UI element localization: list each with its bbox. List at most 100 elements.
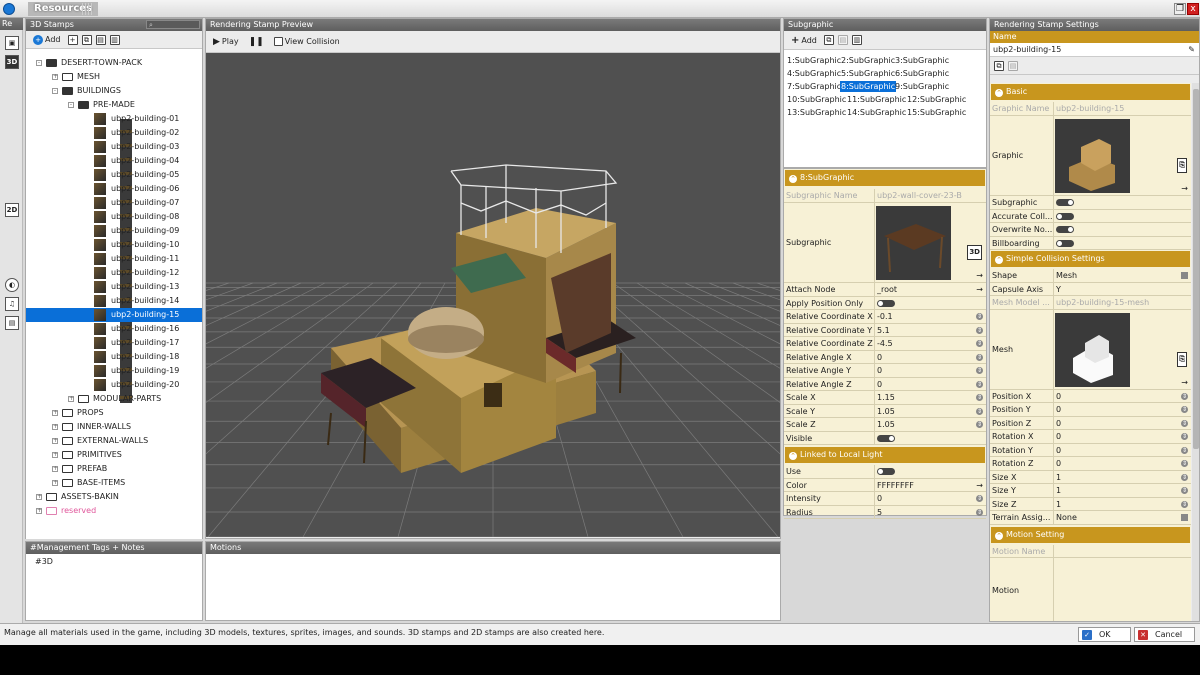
play-button[interactable]: ▶ Play bbox=[210, 36, 242, 48]
spin-icon[interactable]: ⇕ bbox=[976, 508, 983, 516]
tree-folder[interactable]: - DESERT-TOWN-PACK bbox=[26, 56, 202, 70]
spin-icon[interactable]: ⇕ bbox=[1181, 392, 1188, 400]
tree-item[interactable]: ubp2-building-20 bbox=[26, 378, 202, 392]
expand-icon[interactable]: + bbox=[36, 508, 42, 514]
copy-icon[interactable]: ⧉ bbox=[994, 60, 1004, 71]
expand-icon[interactable]: + bbox=[36, 494, 42, 500]
subgraphic-list-item[interactable]: 13:SubGraphic bbox=[786, 107, 847, 118]
subgraphic-list-item[interactable]: 12:SubGraphic bbox=[906, 94, 967, 105]
property-value[interactable]: _root bbox=[877, 283, 972, 296]
edit-icon[interactable]: ✎ bbox=[1188, 43, 1195, 57]
property-value[interactable]: 0 bbox=[877, 378, 972, 391]
tree-folder[interactable]: + ASSETS-BAKIN bbox=[26, 490, 202, 504]
paste-icon[interactable]: ▤ bbox=[1008, 60, 1018, 71]
subgraphic-list-item[interactable]: 5:SubGraphic bbox=[840, 68, 896, 79]
tree-folder[interactable]: + PROPS bbox=[26, 406, 202, 420]
toggle-switch[interactable] bbox=[1056, 226, 1074, 233]
tree-item[interactable]: ubp2-building-08 bbox=[26, 210, 202, 224]
spin-icon[interactable]: ⇕ bbox=[976, 367, 983, 374]
spin-icon[interactable]: ⇕ bbox=[976, 326, 983, 334]
toggle-switch[interactable] bbox=[1056, 212, 1074, 220]
pause-button[interactable]: ❚❚ bbox=[246, 36, 267, 48]
tree-item[interactable]: ubp2-building-05 bbox=[26, 168, 202, 182]
3d-viewport[interactable] bbox=[206, 53, 780, 537]
property-value[interactable]: 0 bbox=[877, 492, 972, 505]
spin-icon[interactable]: ⇕ bbox=[976, 340, 983, 347]
tree-item[interactable]: ubp2-building-13 bbox=[26, 280, 202, 294]
property-value[interactable]: 1.05 bbox=[877, 405, 972, 418]
open-3d-icon[interactable]: 3D bbox=[967, 245, 982, 260]
subgraphic-list-item[interactable]: 4:SubGraphic bbox=[786, 68, 842, 79]
subgraphic-list-item[interactable]: 3:SubGraphic bbox=[894, 55, 950, 66]
toggle-switch[interactable] bbox=[877, 299, 895, 307]
spin-icon[interactable]: ⇕ bbox=[1181, 473, 1188, 481]
expand-icon[interactable]: + bbox=[52, 74, 58, 80]
tree-item[interactable]: ubp2-building-01 bbox=[26, 112, 202, 126]
property-value[interactable]: Y bbox=[1056, 283, 1177, 296]
tree-folder[interactable]: + INNER-WALLS bbox=[26, 420, 202, 434]
settings-scrollbar[interactable] bbox=[1192, 83, 1199, 621]
property-value[interactable]: 0 bbox=[1056, 444, 1177, 457]
duplicate-icon[interactable]: ⧉ bbox=[81, 34, 92, 45]
name-field[interactable]: ubp2-building-15 ✎ bbox=[990, 43, 1199, 57]
add-stamp-button[interactable]: + Add bbox=[30, 34, 64, 46]
property-value[interactable]: ubp2-building-15 bbox=[1056, 102, 1177, 115]
effect-icon[interactable]: ◐ bbox=[5, 278, 19, 292]
tags-textarea[interactable]: #3D bbox=[26, 554, 202, 569]
property-value[interactable]: 1 bbox=[1056, 498, 1177, 511]
arrow-right-icon[interactable]: → bbox=[976, 269, 983, 282]
spin-icon[interactable]: ⇕ bbox=[976, 313, 983, 320]
subgraphic-list-item[interactable]: 11:SubGraphic bbox=[846, 94, 907, 105]
property-value[interactable]: ubp2-building-15-mesh bbox=[1056, 296, 1177, 309]
local-light-section-header[interactable]: ⌃ Linked to Local Light bbox=[785, 447, 985, 463]
property-value[interactable]: 1.05 bbox=[877, 418, 972, 431]
arrow-right-icon[interactable]: → bbox=[976, 283, 983, 296]
film-icon[interactable]: ▤ bbox=[5, 316, 19, 330]
tree-folder[interactable]: + BASE-ITEMS bbox=[26, 476, 202, 490]
toggle-switch[interactable] bbox=[1056, 199, 1074, 206]
collapse-icon[interactable]: - bbox=[36, 60, 42, 66]
property-value[interactable]: 0 bbox=[1056, 457, 1177, 470]
view-collision-button[interactable]: View Collision bbox=[271, 36, 343, 47]
tree-folder[interactable]: + MESH bbox=[26, 70, 202, 84]
spin-icon[interactable]: ⇕ bbox=[1181, 433, 1188, 440]
tree-item[interactable]: ubp2-building-16 bbox=[26, 322, 202, 336]
property-value[interactable]: None bbox=[1056, 511, 1177, 524]
spin-icon[interactable]: ⇕ bbox=[976, 380, 983, 388]
cube-icon[interactable]: ▣ bbox=[5, 36, 19, 50]
tree-item[interactable]: ubp2-building-14 bbox=[26, 294, 202, 308]
toggle-switch[interactable] bbox=[1056, 239, 1074, 247]
tree-folder[interactable]: + MODULAR-PARTS bbox=[26, 392, 202, 406]
dropdown-icon[interactable] bbox=[1181, 514, 1188, 521]
property-value[interactable]: -0.1 bbox=[877, 310, 972, 323]
stamps-search-input[interactable]: ⌕ bbox=[146, 20, 200, 29]
property-value[interactable]: 1 bbox=[1056, 484, 1177, 497]
expand-icon[interactable]: + bbox=[52, 410, 58, 416]
collision-section-header[interactable]: ⌃ Simple Collision Settings bbox=[991, 251, 1190, 267]
property-value[interactable]: 0 bbox=[1056, 403, 1177, 416]
spin-icon[interactable]: ⇕ bbox=[976, 353, 983, 361]
tree-item[interactable]: ubp2-building-12 bbox=[26, 266, 202, 280]
property-value[interactable]: -4.5 bbox=[877, 337, 972, 350]
paste-icon[interactable]: ▤ bbox=[95, 34, 106, 45]
property-value[interactable]: ubp2-wall-cover-23-B bbox=[877, 189, 972, 202]
add-subgraphic-button[interactable]: + Add bbox=[788, 34, 820, 47]
tree-item[interactable]: ubp2-building-15 bbox=[26, 308, 202, 322]
tree-item[interactable]: ubp2-building-04 bbox=[26, 154, 202, 168]
mesh-preview-image[interactable] bbox=[1055, 312, 1130, 387]
tree-item[interactable]: ubp2-building-06 bbox=[26, 182, 202, 196]
expand-icon[interactable]: + bbox=[52, 452, 58, 458]
tree-folder[interactable]: + reserved bbox=[26, 504, 202, 518]
property-value[interactable]: 1 bbox=[1056, 471, 1177, 484]
spin-icon[interactable]: ⇕ bbox=[1181, 500, 1188, 508]
subgraphic-section-header[interactable]: ⌃ 8:SubGraphic bbox=[785, 170, 985, 186]
subgraphic-preview-image[interactable] bbox=[876, 206, 951, 280]
spin-icon[interactable]: ⇕ bbox=[976, 495, 983, 502]
cancel-button[interactable]: ✕ Cancel bbox=[1134, 627, 1195, 642]
restore-icon[interactable]: ❐ bbox=[1174, 3, 1186, 15]
3d-stamp-icon[interactable]: 3D bbox=[5, 55, 19, 69]
open-3d-icon[interactable]: ⎘ bbox=[1177, 158, 1187, 173]
expand-icon[interactable]: + bbox=[52, 438, 58, 444]
subgraphic-list-item[interactable]: 1:SubGraphic bbox=[786, 55, 842, 66]
property-value[interactable]: Mesh bbox=[1056, 269, 1177, 282]
